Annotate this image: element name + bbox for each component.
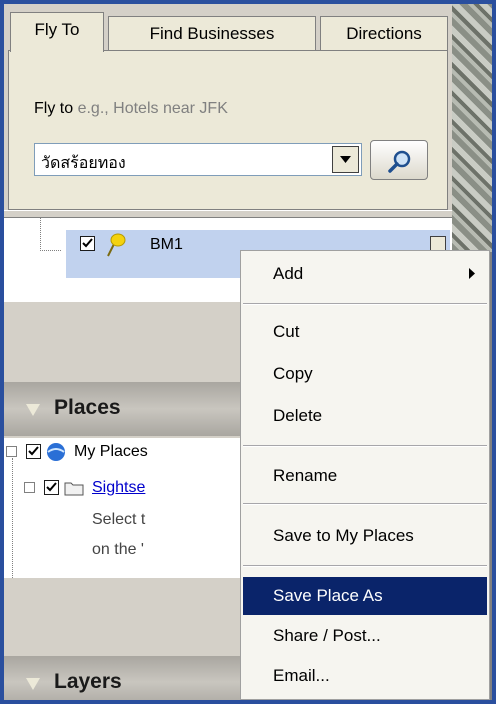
fly-to-tab-content: [8, 50, 448, 210]
sightseeing-link[interactable]: Sightse: [92, 479, 145, 497]
tab-directions[interactable]: Directions: [320, 16, 448, 50]
tree-line: [12, 458, 13, 578]
google-earth-sidebar: Fly To Find Businesses Directions Fly to…: [0, 0, 496, 704]
layers-title: Layers: [54, 670, 122, 693]
menu-separator: [243, 303, 487, 305]
checkbox-icon[interactable]: [26, 444, 41, 459]
checkbox-icon[interactable]: [44, 480, 59, 495]
my-places-label[interactable]: My Places: [74, 443, 148, 461]
menu-separator: [243, 445, 487, 447]
menu-separator: [243, 503, 487, 505]
menu-item-share-post[interactable]: Share / Post...: [243, 617, 487, 655]
collapse-toggle[interactable]: [6, 446, 17, 457]
menu-separator: [243, 565, 487, 567]
menu-item-save-place-as[interactable]: Save Place As: [243, 577, 487, 615]
dropdown-button[interactable]: [332, 146, 359, 173]
fly-to-value[interactable]: วัดสร้อยทอง: [41, 151, 126, 176]
panel-splitter[interactable]: [4, 210, 452, 218]
search-button[interactable]: [370, 140, 428, 180]
tab-bar: Fly To Find Businesses Directions: [4, 12, 452, 52]
tab-find-businesses[interactable]: Find Businesses: [108, 16, 316, 50]
collapse-triangle-icon: [26, 678, 40, 690]
menu-item-rename[interactable]: Rename: [243, 457, 487, 495]
menu-item-cut[interactable]: Cut: [243, 313, 487, 351]
menu-item-add[interactable]: Add: [243, 255, 487, 293]
fly-to-hint: e.g., Hotels near JFK: [77, 100, 228, 117]
checkbox-icon[interactable]: [80, 236, 95, 251]
tab-fly-to[interactable]: Fly To: [10, 12, 104, 52]
result-label: BM1: [150, 236, 183, 253]
tree-line: [40, 218, 61, 251]
search-icon: [388, 150, 411, 173]
globe-icon: [47, 443, 65, 461]
dropdown-arrow-icon: [340, 156, 351, 163]
sightseeing-description: Select t: [92, 511, 146, 528]
menu-item-save-to-my-places[interactable]: Save to My Places: [243, 517, 487, 555]
fly-to-input[interactable]: วัดสร้อยทอง: [34, 143, 362, 176]
folder-icon: [64, 482, 84, 496]
places-title: Places: [54, 396, 121, 419]
sightseeing-description-2: on the ': [92, 541, 144, 558]
submenu-arrow-icon: [469, 268, 475, 279]
collapse-triangle-icon: [26, 404, 40, 416]
fly-to-label: Fly to e.g., Hotels near JFK: [34, 100, 228, 117]
menu-item-delete[interactable]: Delete: [243, 397, 487, 435]
menu-item-email[interactable]: Email...: [243, 657, 487, 695]
menu-item-copy[interactable]: Copy: [243, 355, 487, 393]
search-panel: Fly To Find Businesses Directions Fly to…: [4, 4, 452, 214]
context-menu: Add Cut Copy Delete Rename Save to My Pl…: [240, 250, 490, 700]
pushpin-icon: [107, 233, 126, 257]
expand-toggle[interactable]: [24, 482, 35, 493]
